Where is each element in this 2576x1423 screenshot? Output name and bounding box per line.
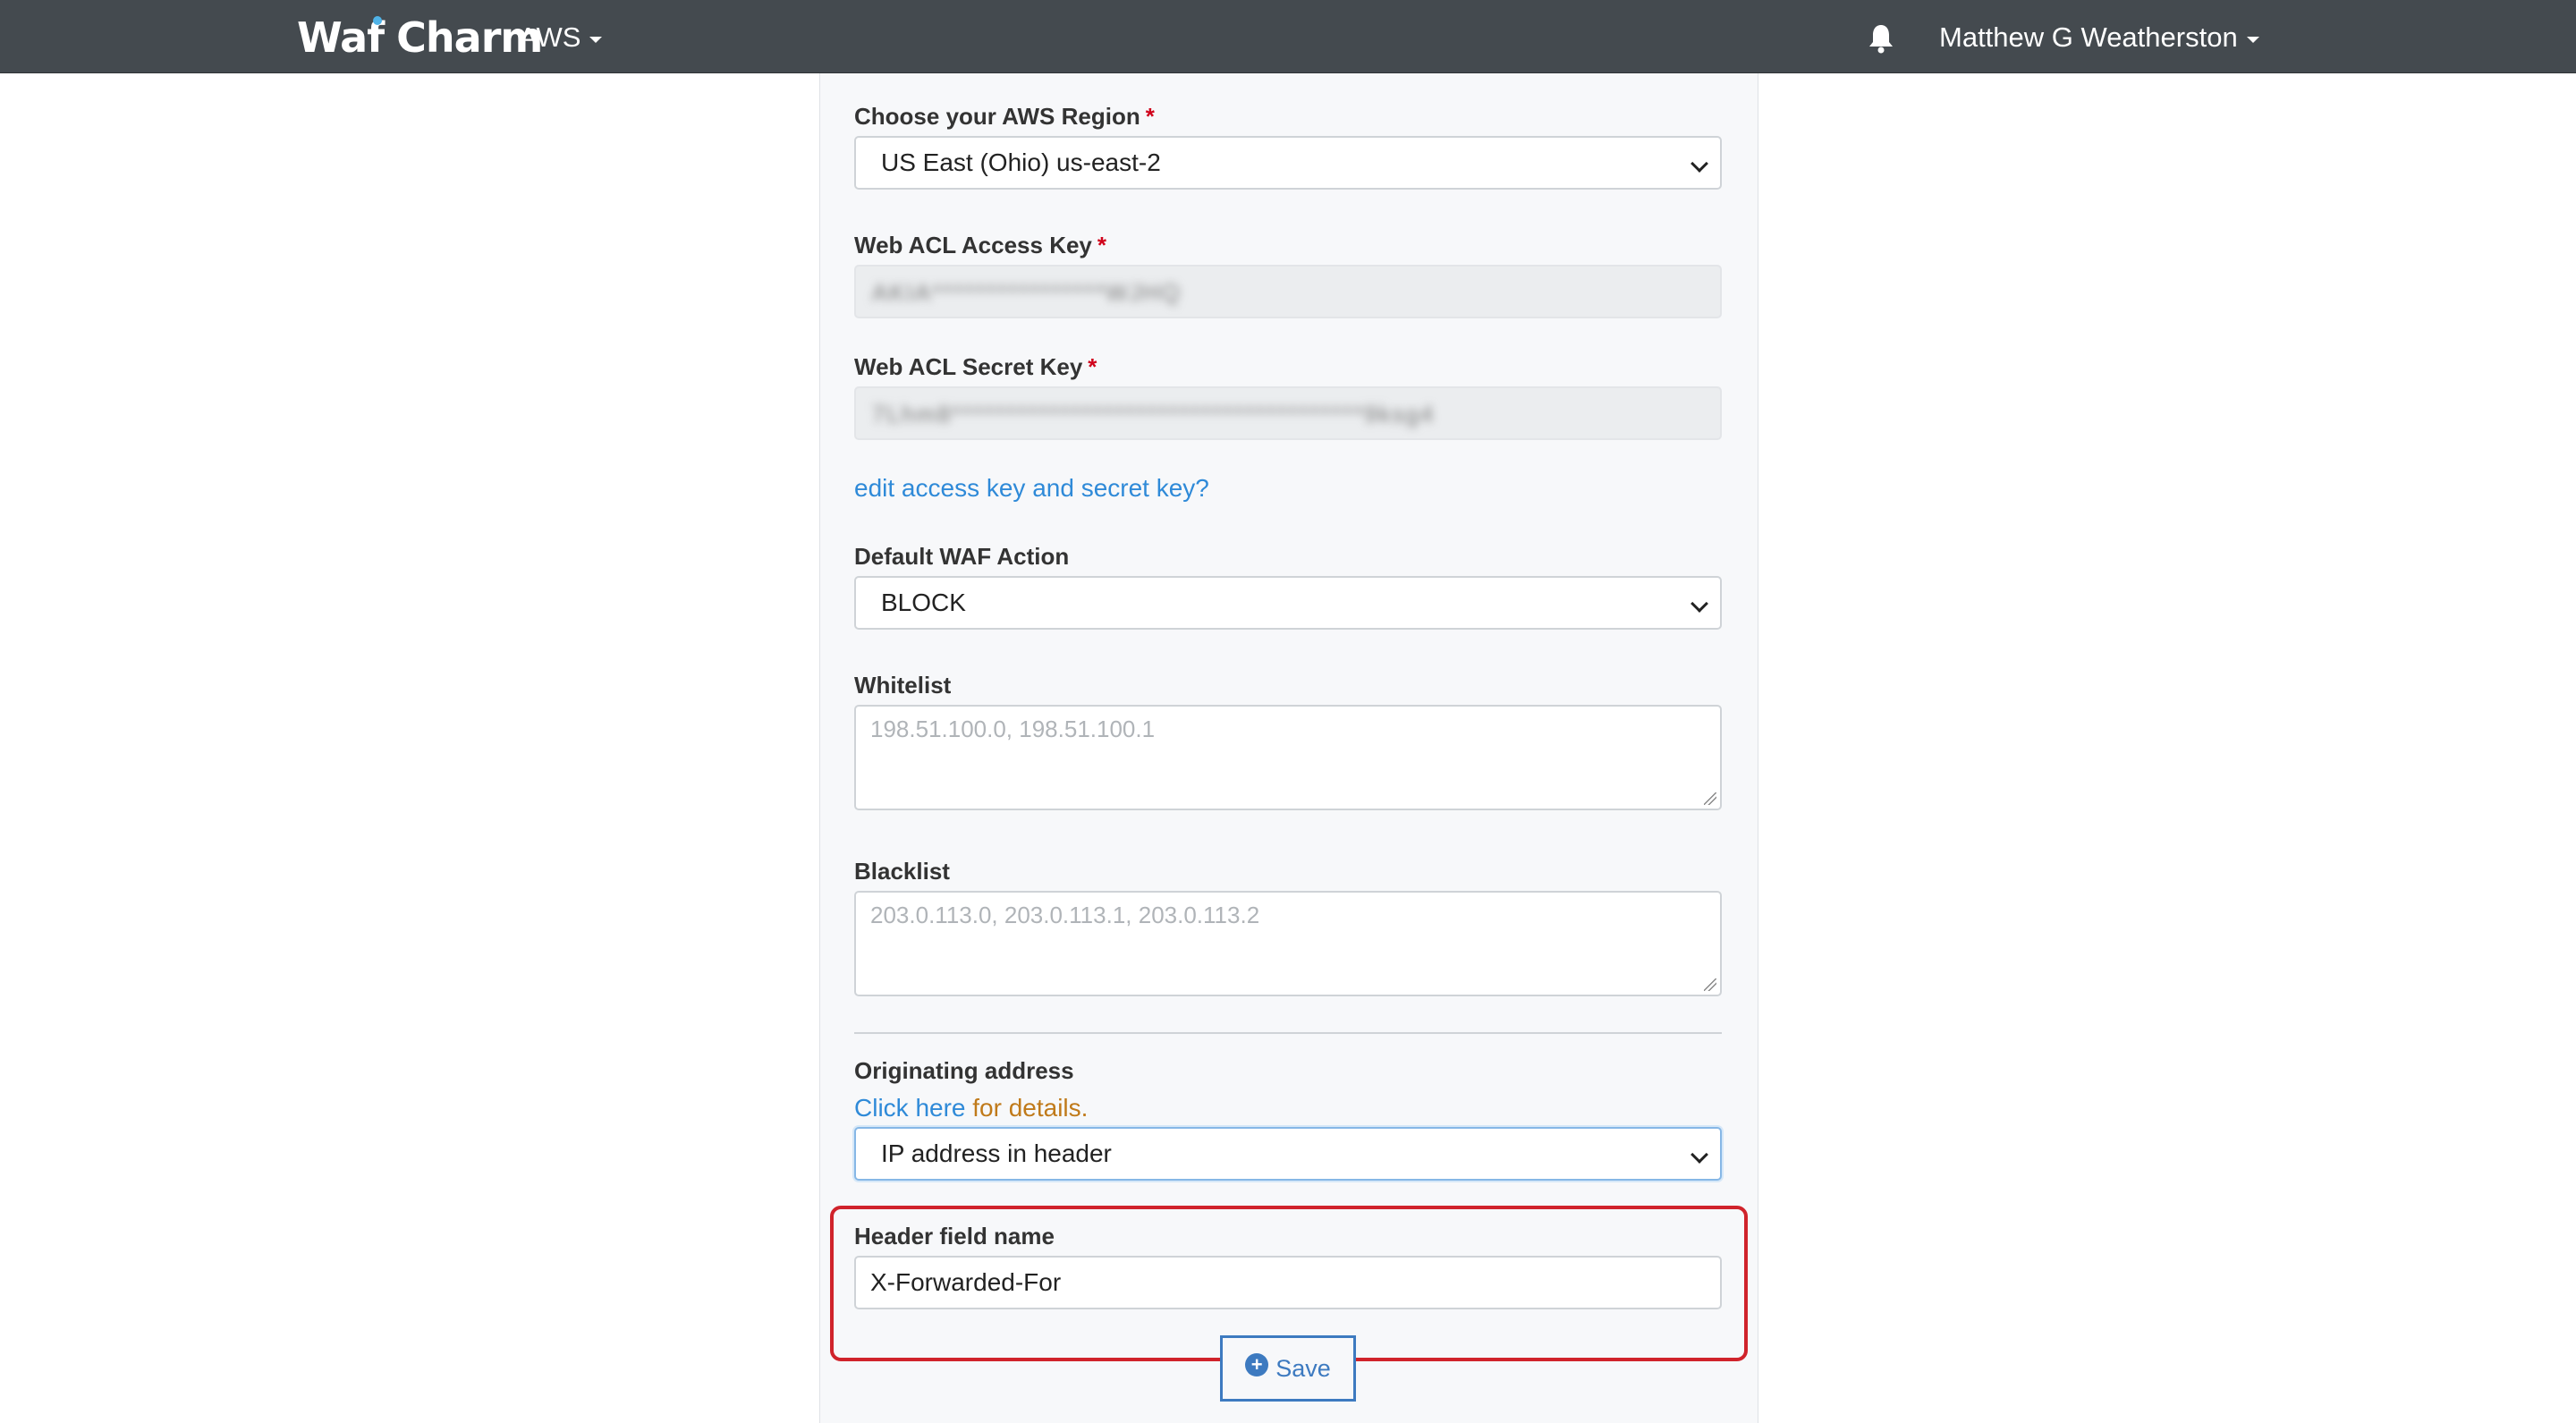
chevron-down-icon xyxy=(1690,1146,1708,1164)
secret-key-label: Web ACL Secret Key * xyxy=(854,352,1097,381)
aws-dropdown[interactable]: AWS xyxy=(519,20,603,55)
wafcharm-logo[interactable]: Waf Charm xyxy=(297,13,543,63)
resize-handle-icon[interactable] xyxy=(1704,792,1716,805)
blacklist-textarea[interactable]: 203.0.113.0, 203.0.113.1, 203.0.113.2 xyxy=(854,891,1722,996)
logo-dot xyxy=(373,16,382,25)
plus-circle-icon: + xyxy=(1245,1353,1269,1376)
access-key-field: AKIA****************WJHQ xyxy=(854,265,1722,318)
whitelist-placeholder: 198.51.100.0, 198.51.100.1 xyxy=(870,716,1156,742)
originating-address-value: IP address in header xyxy=(881,1139,1112,1167)
required-mark: * xyxy=(1145,103,1155,130)
originating-address-select[interactable]: IP address in header xyxy=(854,1127,1722,1181)
default-action-label: Default WAF Action xyxy=(854,543,1070,570)
caret-down-icon xyxy=(2246,36,2259,43)
user-menu[interactable]: Matthew G Weatherston xyxy=(1939,20,2259,55)
blacklist-label: Blacklist xyxy=(854,858,950,885)
blacklist-placeholder: 203.0.113.0, 203.0.113.1, 203.0.113.2 xyxy=(870,902,1260,928)
default-action-select[interactable]: BLOCK xyxy=(854,576,1722,630)
header-field-input[interactable]: X-Forwarded-For xyxy=(854,1256,1722,1309)
access-key-masked-value: AKIA****************WJHQ xyxy=(872,279,1182,306)
region-label: Choose your AWS Region * xyxy=(854,102,1155,131)
region-select-value: US East (Ohio) us-east-2 xyxy=(881,148,1161,176)
chevron-down-icon xyxy=(1690,595,1708,613)
details-link[interactable]: Click here xyxy=(854,1094,965,1122)
required-mark: * xyxy=(1088,353,1097,380)
brand-text-waf: Waf xyxy=(297,13,385,62)
bell-icon[interactable] xyxy=(1868,23,1894,54)
whitelist-label: Whitelist xyxy=(854,672,952,699)
section-divider xyxy=(854,1032,1722,1034)
whitelist-textarea[interactable]: 198.51.100.0, 198.51.100.1 xyxy=(854,705,1722,810)
default-action-value: BLOCK xyxy=(881,589,966,616)
region-label-text: Choose your AWS Region xyxy=(854,103,1140,130)
details-text: for details. xyxy=(965,1094,1089,1122)
resize-handle-icon[interactable] xyxy=(1704,978,1716,991)
secret-key-field: 7Lhm8***********************************… xyxy=(854,386,1722,440)
originating-address-label: Originating address xyxy=(854,1057,1074,1084)
user-name: Matthew G Weatherston xyxy=(1939,21,2238,53)
edit-keys-link[interactable]: edit access key and secret key? xyxy=(854,473,1209,504)
access-key-label: Web ACL Access Key * xyxy=(854,231,1106,259)
secret-key-label-text: Web ACL Secret Key xyxy=(854,353,1083,380)
header-field-value: X-Forwarded-For xyxy=(870,1268,1062,1296)
chevron-down-icon xyxy=(1690,155,1708,173)
aws-dropdown-label: AWS xyxy=(519,21,581,53)
save-button[interactable]: + Save xyxy=(1220,1335,1356,1402)
required-mark: * xyxy=(1097,232,1107,258)
region-select[interactable]: US East (Ohio) us-east-2 xyxy=(854,136,1722,190)
caret-down-icon xyxy=(589,36,603,43)
header-field-label: Header field name xyxy=(854,1223,1055,1249)
access-key-label-text: Web ACL Access Key xyxy=(854,232,1092,258)
top-navbar: Waf Charm AWS Matthew G Weatherston xyxy=(0,0,2576,73)
details-line: Click here for details. xyxy=(854,1093,1088,1123)
save-button-label: Save xyxy=(1275,1354,1331,1382)
secret-key-masked-value: 7Lhm8***********************************… xyxy=(872,401,1436,428)
